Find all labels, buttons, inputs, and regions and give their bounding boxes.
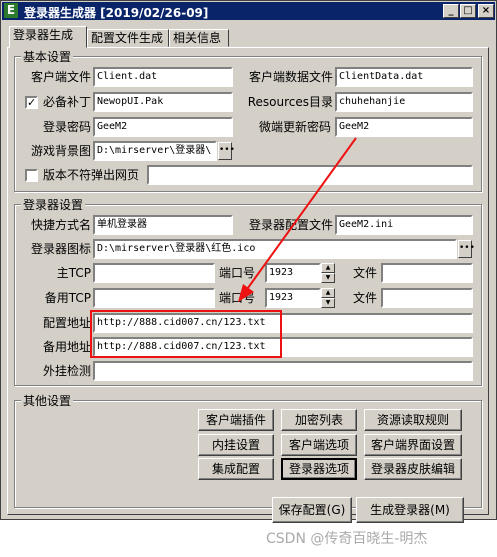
arrow-head: [238, 284, 254, 302]
annotation-arrow-icon: [238, 137, 357, 302]
watermark: CSDN @传奇百晓生-明杰: [266, 531, 428, 547]
tab-launcher-gen[interactable]: 登录器生成: [9, 26, 87, 48]
arrow-line: [244, 137, 357, 293]
